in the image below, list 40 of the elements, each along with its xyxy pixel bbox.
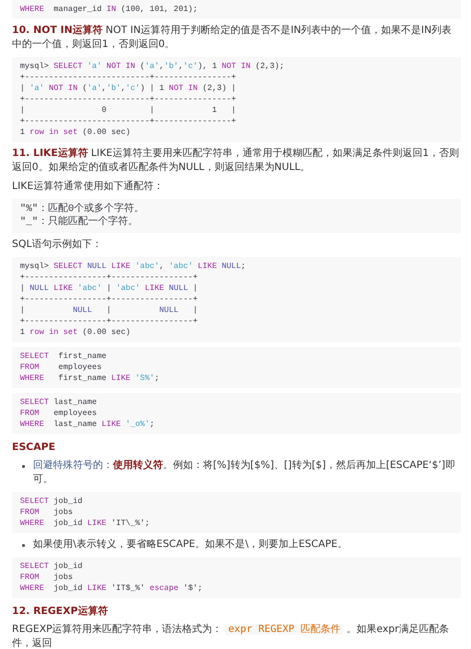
code-line: FROM jobs: [20, 572, 73, 583]
code-line: WHERE manager_id IN (100, 101, 201);: [20, 4, 198, 15]
code-line: +-----------------+-----------------+: [20, 272, 198, 283]
code-line: "%"：匹配0个或多个字符。: [20, 203, 144, 216]
code-line: +--------------------------+----------------+: [20, 72, 236, 83]
code-line: +--------------------------+----------------+: [20, 94, 236, 105]
code-line: WHERE job_id LIKE 'IT\_%';: [20, 518, 150, 529]
code-line: 1 row in set (0.00 sec): [20, 127, 130, 138]
code-line: 1 row in set (0.00 sec): [20, 327, 130, 338]
code-line: FROM employees: [20, 362, 102, 373]
code-line: WHERE last_name LIKE '_o%';: [20, 419, 154, 430]
paragraph: LIKE运算符通常使用如下通配符：: [12, 180, 164, 194]
code-line: | NULL LIKE 'abc' | 'abc' LIKE NULL |: [20, 283, 198, 294]
code-line: | 'a' NOT IN ('a','b','c') | 1 NOT IN (2,3) |: [20, 83, 236, 94]
code-line: | 0 | 1 |: [20, 105, 236, 116]
bullet-icon: [22, 465, 25, 468]
code-line: FROM jobs: [20, 507, 73, 518]
code-line: FROM employees: [20, 408, 97, 419]
section-heading: 12. REGEXP运算符: [12, 605, 109, 618]
code-line: +-----------------+-----------------+: [20, 316, 198, 327]
code-line: +-----------------+-----------------+: [20, 294, 198, 305]
code-line: | NULL | NULL |: [20, 305, 198, 316]
code-line: WHERE first_name LIKE 'S%';: [20, 373, 160, 384]
section-heading: ESCAPE: [12, 441, 56, 454]
code-line: mysql> SELECT NULL LIKE 'abc', 'abc' LIKE NULL;: [20, 261, 246, 272]
paragraph: 10. NOT IN运算符 NOT IN运算符用于判断给定的值是否不是IN列表中的一个值，如果不是IN列表中的一个值，则返回1，否则返回0。: [12, 24, 453, 52]
code-line: +--------------------------+----------------+: [20, 116, 236, 127]
code-line: SELECT job_id: [20, 561, 82, 572]
paragraph: REGEXP运算符用来匹配字符串，语法格式为： expr REGEXP 匹配条件 。如果expr满足匹配条件，返回: [12, 623, 450, 649]
code-line: "_"：只能匹配一个字符。: [20, 216, 138, 229]
code-line: SELECT first_name: [20, 351, 106, 362]
bullet-icon: [22, 544, 25, 547]
code-line: mysql> SELECT 'a' NOT IN ('a','b','c'), 1 NOT IN (2,3);: [20, 61, 284, 72]
paragraph: SQL语句示例如下：: [12, 238, 103, 252]
code-line: SELECT last_name: [20, 397, 97, 408]
list-item: 如果使用\表示转义，要省略ESCAPE。如果不是\，则要加上ESCAPE。: [33, 538, 348, 552]
list-item: 回避特殊符号的：使用转义符。例如：将[%]转为[$%]、[]转为[$]，然后再加上[ESCAPE‘$’]即可。: [33, 459, 456, 487]
code-line: SELECT job_id: [20, 496, 82, 507]
paragraph: 11. LIKE运算符 LIKE运算符主要用来匹配字符串，通常用于模糊匹配，如果满足条件则返回1，否则返回0。如果给定的值或者匹配条件为NULL，则返回结果为NULL。: [12, 147, 460, 175]
code-line: WHERE job_id LIKE 'IT$_%' escape '$';: [20, 583, 202, 594]
